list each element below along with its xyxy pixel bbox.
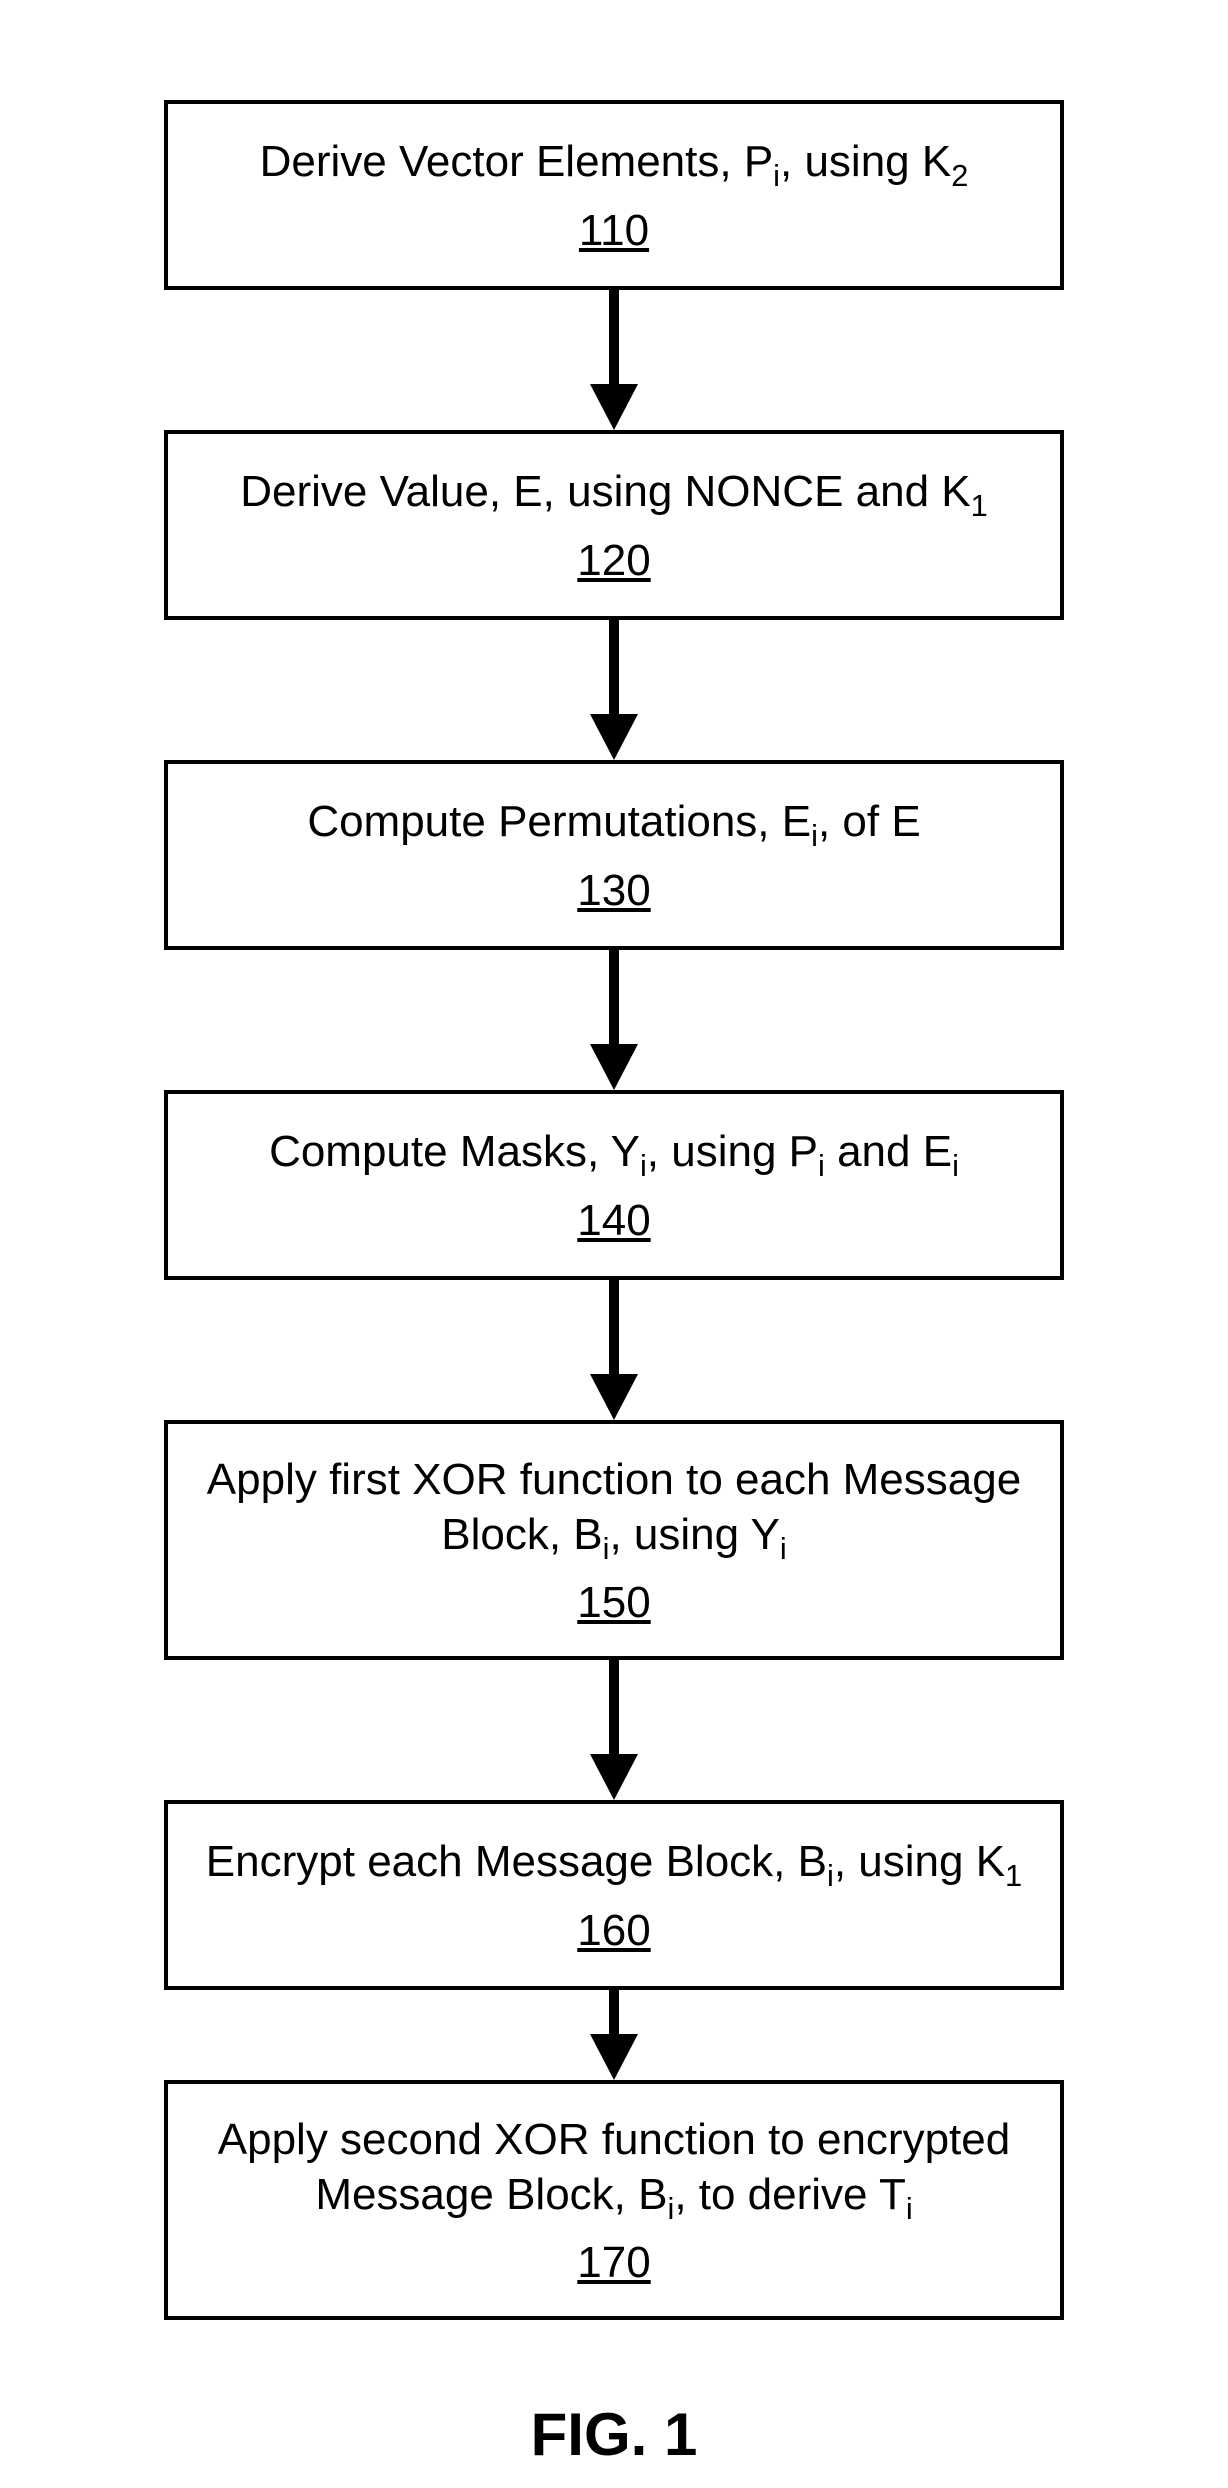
figure-label: FIG. 1 [494, 2400, 734, 2469]
flow-step-170: Apply second XOR function to encryptedMe… [164, 2080, 1064, 2320]
arrow-shaft [609, 1280, 619, 1374]
flow-step-ref: 130 [577, 866, 650, 916]
flow-step-ref: 120 [577, 536, 650, 586]
arrow-shaft [609, 620, 619, 714]
arrow-shaft [609, 1990, 619, 2034]
flow-step-120: Derive Value, E, using NONCE and K1 120 [164, 430, 1064, 620]
flow-step-text: Apply second XOR function to encryptedMe… [218, 2112, 1010, 2228]
arrow-head-icon [590, 1754, 638, 1800]
arrow-head-icon [590, 1374, 638, 1420]
flow-step-text: Derive Value, E, using NONCE and K1 [240, 464, 988, 525]
flow-step-160: Encrypt each Message Block, Bi, using K1… [164, 1800, 1064, 1990]
flow-step-150: Apply first XOR function to each Message… [164, 1420, 1064, 1660]
arrow-shaft [609, 950, 619, 1044]
arrow-head-icon [590, 1044, 638, 1090]
flow-step-text: Apply first XOR function to each Message… [207, 1452, 1021, 1568]
flow-step-ref: 160 [577, 1906, 650, 1956]
flow-step-text: Encrypt each Message Block, Bi, using K1 [206, 1834, 1022, 1895]
flow-step-130: Compute Permutations, Ei, of E 130 [164, 760, 1064, 950]
flow-step-140: Compute Masks, Yi, using Pi and Ei 140 [164, 1090, 1064, 1280]
flowchart-canvas: Derive Vector Elements, Pi, using K2110D… [0, 0, 1228, 2488]
arrow-head-icon [590, 384, 638, 430]
flow-step-text: Derive Vector Elements, Pi, using K2 [260, 134, 969, 195]
arrow-head-icon [590, 714, 638, 760]
flow-step-ref: 110 [579, 206, 649, 256]
arrow-shaft [609, 290, 619, 384]
flow-step-110: Derive Vector Elements, Pi, using K2 110 [164, 100, 1064, 290]
flow-step-text: Compute Masks, Yi, using Pi and Ei [269, 1124, 959, 1185]
flow-step-ref: 170 [577, 2238, 650, 2288]
flow-step-ref: 150 [577, 1578, 650, 1628]
flow-step-ref: 140 [577, 1196, 650, 1246]
flow-step-text: Compute Permutations, Ei, of E [307, 794, 920, 855]
arrow-shaft [609, 1660, 619, 1754]
arrow-head-icon [590, 2034, 638, 2080]
